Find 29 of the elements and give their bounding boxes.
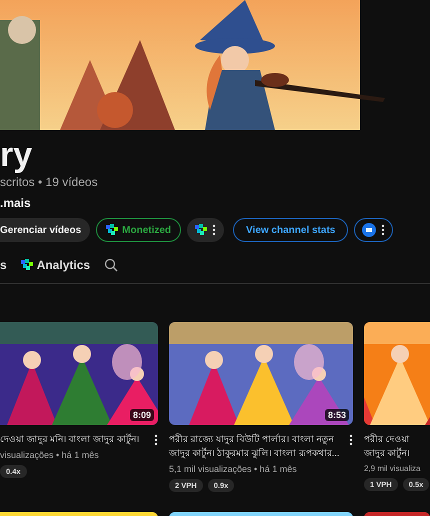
more-link[interactable]: .mais [0,196,31,210]
video-duration: 8:53 [324,409,349,421]
monetized-button[interactable]: Monetized [96,218,182,242]
video-title[interactable]: পরীর রাজ্যে যাদুর বিউটি পার্লার। বাংলা নতুন [169,432,334,446]
pixel-logo-icon [195,224,208,236]
video-meta: 5,1 mil visualizações • há 1 mês [169,464,297,474]
tab[interactable]: Analytics [20,258,90,272]
video-title[interactable]: জাদুর কার্টুন। ঠাকুরমার ঝুলি। বাংলা রূপকথার... [169,446,340,460]
video-title[interactable]: দেওয়া জাদুর মনি। বাংলা জাদুর কার্টুন। [0,432,139,446]
channel-stats: scritos • 19 vídeos [0,175,98,189]
avatar-icon [362,223,376,237]
more-icon [212,224,216,236]
more-icon[interactable] [349,434,353,446]
video-meta: visualizações • há 1 mês [0,450,99,460]
video-meta: 2,9 mil visualiza [364,464,420,473]
pixel-logo-icon [20,259,33,271]
tab[interactable]: s [0,258,7,272]
more-icon[interactable] [154,434,158,446]
logo-menu-button[interactable] [187,218,224,242]
view-stats-button[interactable]: View channel stats [233,218,348,242]
manage-videos-button[interactable]: Gerenciar vídeos [0,218,90,242]
video-title[interactable]: পরীর দেওয়া [364,432,410,446]
search-icon[interactable] [104,258,118,272]
avatar-menu-button[interactable] [354,218,394,242]
channel-name: ry [0,136,32,174]
video-duration: 8:09 [130,409,154,421]
video-title[interactable]: জাদুর কার্টুন। [364,446,410,460]
pixel-logo-icon [106,224,118,236]
more-icon [381,224,386,236]
